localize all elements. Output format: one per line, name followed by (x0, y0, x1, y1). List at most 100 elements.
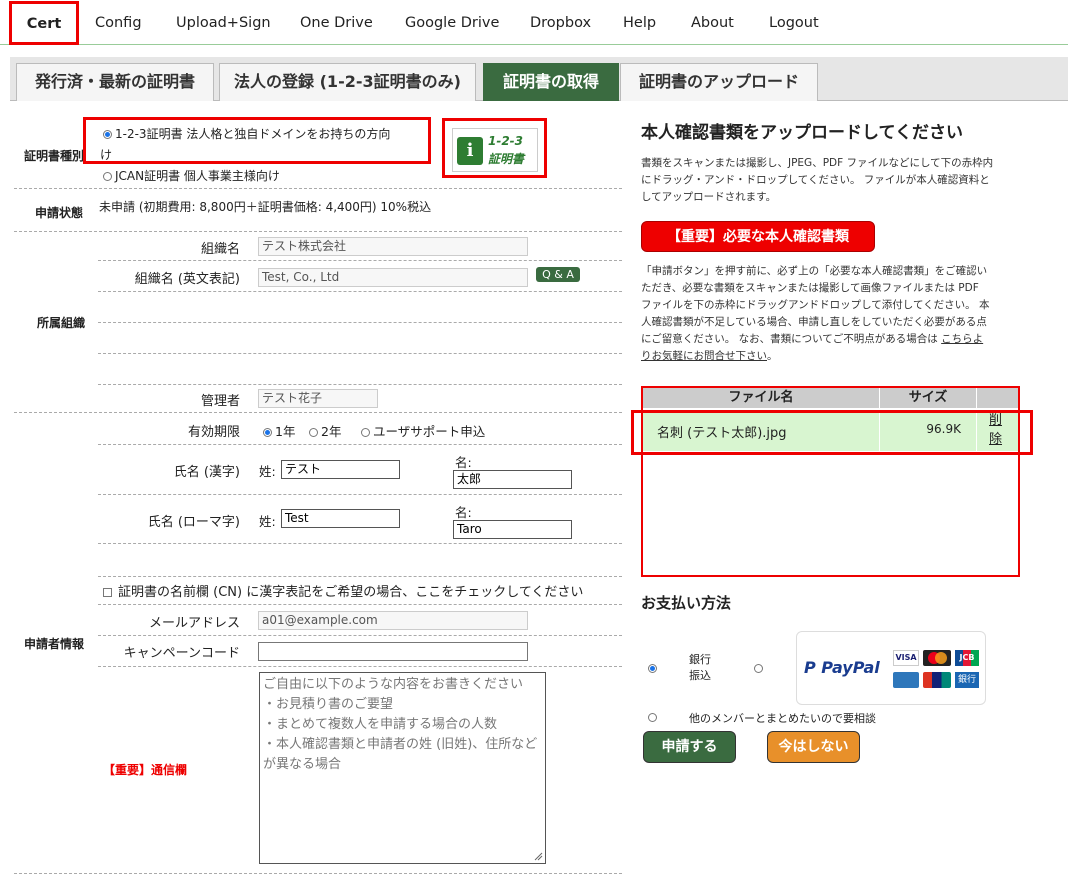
header-divider (976, 388, 977, 408)
radio-bank[interactable] (648, 664, 657, 673)
col-filename: ファイル名 (728, 390, 794, 405)
admin-field: テスト花子 (258, 389, 378, 408)
given-roman-label: 名: (455, 505, 472, 520)
note-end: 。 (767, 350, 778, 362)
later-button[interactable]: 今はしない (767, 731, 860, 763)
nav-about[interactable]: About (691, 0, 734, 45)
radio-support[interactable] (361, 428, 370, 437)
placeholder-line: ・まとめて複数人を申請する場合の人数 (263, 717, 498, 732)
status-value: 未申請 (初期費用: 8,800円＋証明書価格: 4,400円) 10%税込 (99, 200, 432, 214)
placeholder-line: ・本人確認書類と申請者の姓 (旧姓)、住所など (263, 737, 538, 752)
logo-text-bottom: 証明書 (488, 152, 525, 166)
submit-button[interactable]: 申請する (643, 731, 736, 763)
radio-jcan[interactable] (103, 172, 112, 181)
contact-link-cont[interactable]: りお気軽にお問合せ下さい (641, 350, 767, 362)
logo-123-cert: i 1-2-3 証明書 (452, 128, 538, 172)
email-label: メールアドレス (148, 616, 240, 631)
desc-line: 書類をスキャンまたは撮影し、JPEG、PDF ファイルなどにして下の赤枠内 (641, 157, 994, 169)
message-label: 【重要】通信欄 (103, 763, 188, 777)
tab-issued-certs[interactable]: 発行済・最新の証明書 (16, 63, 214, 101)
resize-handle-icon[interactable] (534, 852, 543, 861)
bank-icon: 銀行 (955, 672, 979, 688)
validity-support-label: ユーザサポート申込 (373, 424, 486, 439)
desc-line: にドラッグ・アンド・ドロップしてください。 ファイルが本人確認資料と (641, 174, 990, 186)
surname-kanji-label: 姓: (259, 464, 276, 479)
nav-cert[interactable]: Cert (9, 1, 79, 45)
other-option-label: 他のメンバーとまとめたいので要相談 (689, 712, 876, 725)
divider (98, 604, 622, 605)
nav-logout[interactable]: Logout (769, 0, 819, 45)
divider (98, 666, 622, 667)
contact-link[interactable]: こちらよ (941, 333, 983, 345)
file-table-header: ファイル名 サイズ (643, 388, 1018, 408)
nav-google-drive[interactable]: Google Drive (405, 0, 499, 45)
logo-icon: i (457, 137, 483, 165)
org-section-label: 所属組織 (37, 316, 86, 330)
nav-one-drive[interactable]: One Drive (300, 0, 373, 45)
cn-checkbox-label: 証明書の名前欄 (CN) に漢字表記をご希望の場合、ここをチェックしてください (118, 585, 584, 600)
highlight-cert-type (83, 117, 431, 164)
highlight-file-row (631, 410, 1033, 455)
upload-note: 「申請ボタン」を押す前に、必ず上の「必要な本人確認書類」をご確認い ただき、必要… (641, 263, 989, 365)
placeholder-line: ・お見積り書のご要望 (263, 697, 394, 712)
divider (98, 494, 622, 495)
validity-1yr-label: 1年 (275, 424, 296, 439)
validity-label: 有効期限 (187, 425, 240, 440)
cert-type-label: 証明書種別 (24, 149, 85, 163)
org-name-en-label: 組織名 (英文表記) (134, 272, 240, 287)
surname-roman-label: 姓: (259, 514, 276, 529)
amex-icon (893, 672, 919, 688)
note-line: ただき、必要な書類をスキャンまたは撮影して画像ファイルまたは PDF (641, 282, 979, 294)
name-kanji-label: 氏名 (漢字) (173, 465, 240, 480)
desc-line: してアップロードされます。 (641, 191, 777, 203)
nav-dropbox[interactable]: Dropbox (530, 0, 591, 45)
divider (98, 260, 622, 261)
divider (98, 353, 622, 354)
message-textarea[interactable]: ご自由に以下のような内容をお書きください ・お見積り書のご要望 ・まとめて複数人… (259, 672, 546, 864)
surname-kanji-input[interactable]: テスト (281, 460, 400, 479)
important-docs-button[interactable]: 【重要】必要な本人確認書類 (641, 221, 875, 252)
given-kanji-input[interactable]: 太郎 (453, 470, 572, 489)
col-size: サイズ (879, 388, 976, 408)
email-field: a01@example.com (258, 611, 528, 630)
nav-upload-sign[interactable]: Upload+Sign (176, 0, 271, 45)
divider (98, 384, 622, 385)
cert-type-option-jcan-label: JCAN証明書 個人事業主様向け (115, 169, 280, 183)
cert-type-option-jcan[interactable]: JCAN証明書 個人事業主様向け (103, 167, 280, 184)
tab-upload-cert[interactable]: 証明書のアップロード (620, 63, 818, 101)
validity-support[interactable]: ユーザサポート申込 (361, 421, 485, 440)
nav-config[interactable]: Config (95, 0, 142, 45)
tab-bar: 発行済・最新の証明書 法人の登録 (1-2-3証明書のみ) 証明書の取得 証明書… (10, 57, 1068, 101)
campaign-input[interactable] (258, 642, 528, 661)
upload-title: 本人確認書類をアップロードしてください (641, 123, 963, 143)
payment-title: お支払い方法 (641, 594, 732, 612)
tab-register-corp[interactable]: 法人の登録 (1-2-3証明書のみ) (219, 63, 476, 101)
note-line: 「申請ボタン」を押す前に、必ず上の「必要な本人確認書類」をご確認い (641, 265, 988, 277)
note-line: 人確認書類が不足している場合、申請し直しをしていただく必要がある点 (641, 316, 987, 328)
radio-other[interactable] (648, 713, 657, 722)
divider (14, 188, 622, 189)
logo-text-top: 1-2-3 (488, 134, 524, 148)
validity-2yr[interactable]: 2年 (309, 421, 341, 440)
cn-checkbox[interactable] (103, 588, 112, 597)
nav-help[interactable]: Help (623, 0, 656, 45)
divider (98, 543, 622, 544)
bank-line: 銀行 (689, 653, 711, 666)
given-roman-input[interactable]: Taro (453, 520, 572, 539)
campaign-label: キャンペーンコード (123, 646, 240, 661)
paypal-icon: P PayPal (804, 658, 880, 677)
divider (98, 444, 622, 445)
surname-roman-input[interactable]: Test (281, 509, 400, 528)
validity-1yr[interactable]: 1年 (263, 421, 295, 440)
tab-get-cert[interactable]: 証明書の取得 (483, 63, 619, 101)
radio-1yr[interactable] (263, 428, 272, 437)
radio-2yr[interactable] (309, 428, 318, 437)
radio-paypal[interactable] (754, 664, 763, 673)
divider (98, 291, 622, 292)
note-line: ファイルを下の赤枠にドラッグアンドドロップして添付してください。 本 (641, 299, 990, 311)
org-name-label: 組織名 (200, 242, 240, 257)
qa-badge[interactable]: Q & A (536, 267, 580, 282)
divider (14, 873, 622, 874)
divider (14, 231, 622, 232)
cn-checkbox-row[interactable]: 証明書の名前欄 (CN) に漢字表記をご希望の場合、ここをチェックしてください (103, 581, 583, 600)
